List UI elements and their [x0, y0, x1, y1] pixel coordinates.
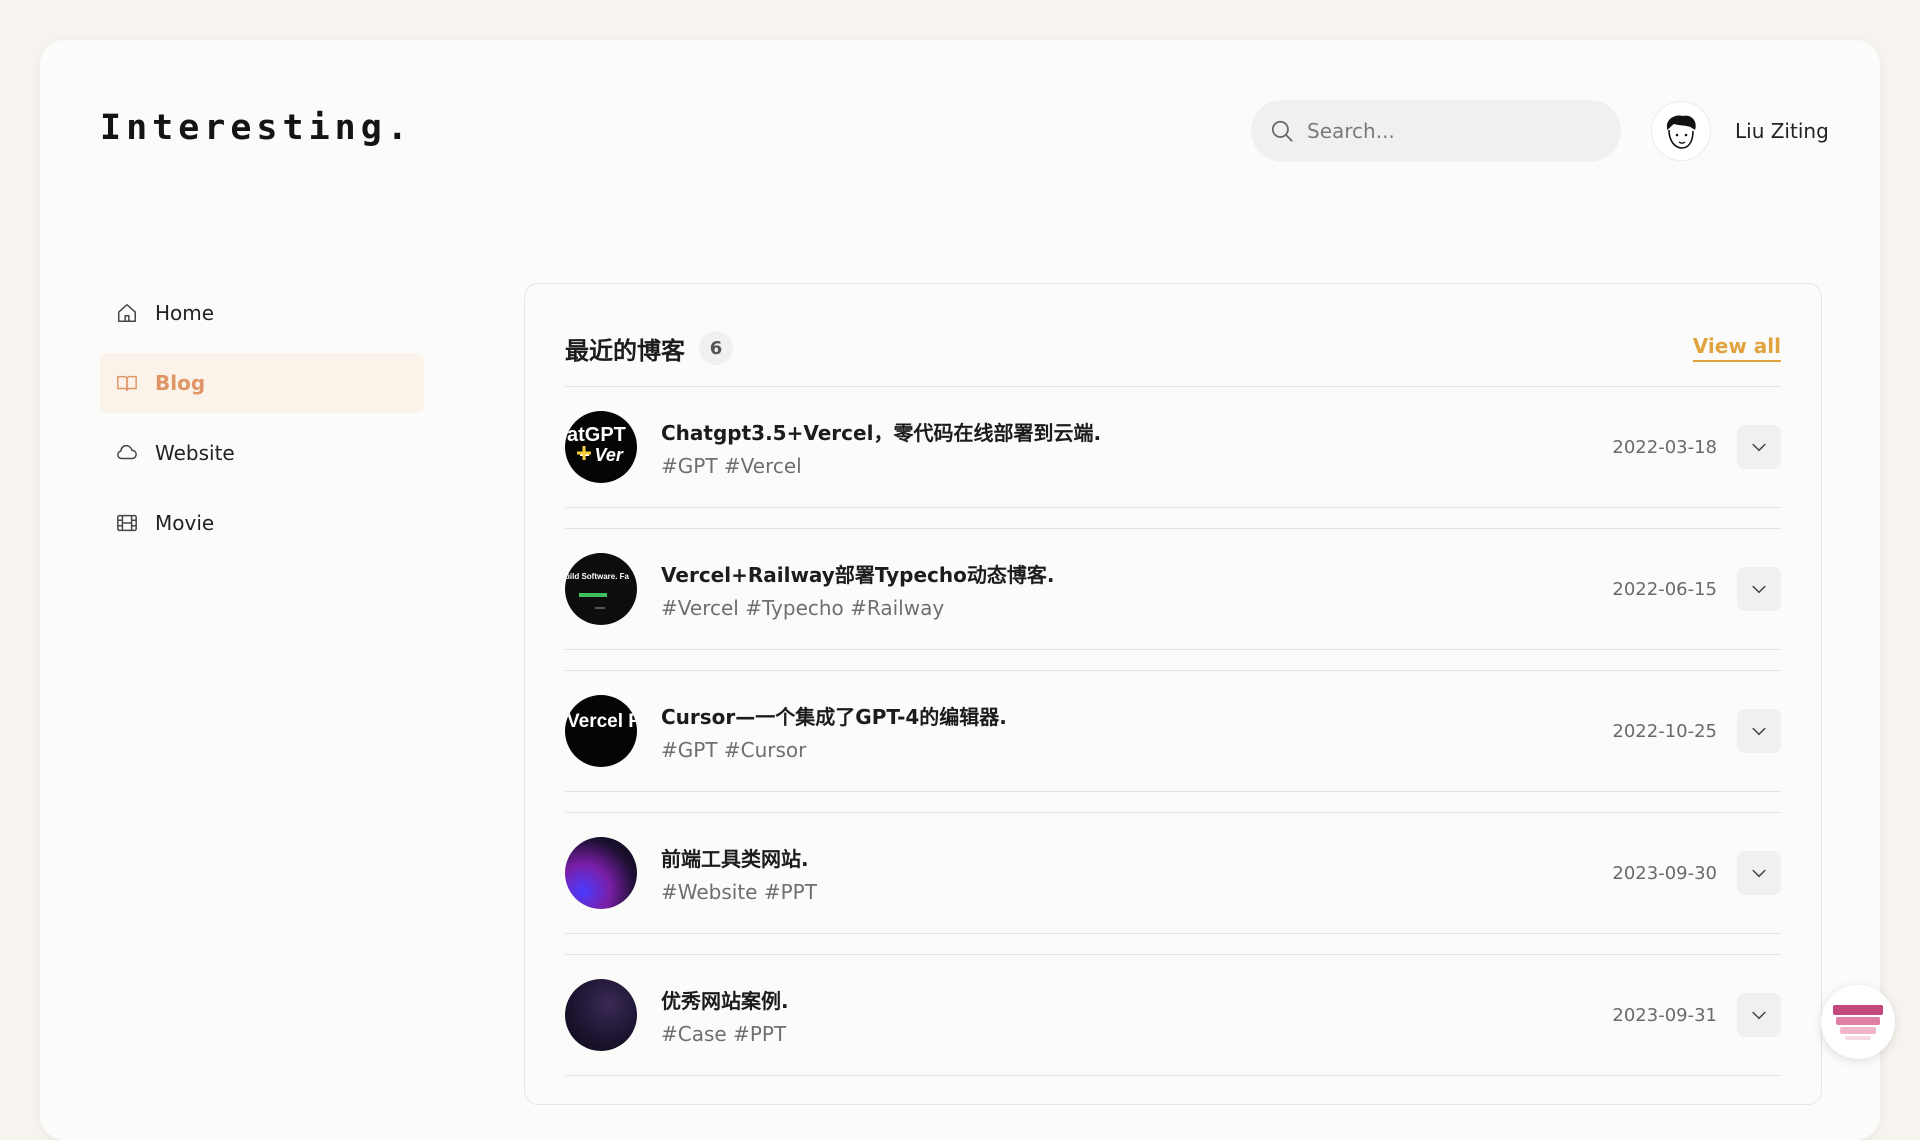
- post-title[interactable]: 前端工具类网站.: [661, 843, 817, 872]
- post-text: Vercel+Railway部署Typecho动态博客. #Vercel #Ty…: [661, 559, 1054, 620]
- user-menu[interactable]: Liu Ziting: [1651, 101, 1829, 161]
- avatar[interactable]: [1651, 101, 1711, 161]
- post-row[interactable]: 优秀网站案例. #Case #PPT 2023-09-31: [565, 954, 1781, 1076]
- sidebar-item-movie[interactable]: Movie: [100, 493, 424, 553]
- post-row[interactable]: atGPT + Ver Chatgpt3.5+Vercel，零代码在线部署到云端…: [565, 386, 1781, 508]
- post-thumbnail: Vercel Railwa: [565, 695, 637, 767]
- search-box[interactable]: [1251, 100, 1621, 162]
- film-icon: [115, 511, 139, 535]
- section-title: 最近的博客: [565, 336, 685, 365]
- expand-button[interactable]: [1737, 709, 1781, 753]
- chevron-down-icon: [1752, 443, 1766, 452]
- expand-button[interactable]: [1737, 851, 1781, 895]
- post-thumbnail: [565, 979, 637, 1051]
- post-thumbnail: atGPT + Ver: [565, 411, 637, 483]
- search-input[interactable]: [1305, 118, 1599, 144]
- post-title[interactable]: 优秀网站案例.: [661, 985, 789, 1014]
- thumb-text: Vercel Railwa: [567, 711, 637, 732]
- thumb-text: uild Software. Fa: [565, 572, 630, 581]
- sidebar-item-label: Home: [155, 301, 215, 325]
- post-date: 2022-10-25: [1612, 720, 1717, 742]
- site-logo[interactable]: Interesting.: [100, 108, 413, 148]
- post-tags: #Website #PPT: [661, 879, 817, 904]
- chevron-down-icon: [1752, 585, 1766, 594]
- post-thumbnail: [565, 837, 637, 909]
- svg-text:+ Ver: + Ver: [579, 445, 624, 465]
- post-date: 2022-03-18: [1612, 436, 1717, 458]
- post-title[interactable]: Vercel+Railway部署Typecho动态博客.: [661, 559, 1054, 588]
- expand-button[interactable]: [1737, 567, 1781, 611]
- post-row[interactable]: Vercel Railwa Cursor—一个集成了GPT-4的编辑器. #GP…: [565, 670, 1781, 792]
- post-list: atGPT + Ver Chatgpt3.5+Vercel，零代码在线部署到云端…: [565, 386, 1781, 1096]
- floating-widget-button[interactable]: [1821, 985, 1895, 1059]
- expand-button[interactable]: [1737, 425, 1781, 469]
- post-text: 前端工具类网站. #Website #PPT: [661, 843, 817, 904]
- stack-icon: [1833, 1005, 1883, 1040]
- user-name[interactable]: Liu Ziting: [1735, 119, 1829, 143]
- sidebar-item-home[interactable]: Home: [100, 283, 424, 343]
- post-row[interactable]: uild Software. Fa Vercel+Railway部署Typech…: [565, 528, 1781, 650]
- sidebar-item-label: Blog: [155, 371, 206, 395]
- book-icon: [115, 371, 139, 395]
- search-icon: [1271, 120, 1293, 142]
- chevron-down-icon: [1752, 1011, 1766, 1020]
- expand-button[interactable]: [1737, 993, 1781, 1037]
- user-avatar-icon: [1666, 115, 1696, 149]
- post-count-badge: 6: [699, 331, 733, 365]
- post-tags: #Vercel #Typecho #Railway: [661, 595, 945, 620]
- post-tags: #Case #PPT: [661, 1021, 787, 1046]
- post-title[interactable]: Cursor—一个集成了GPT-4的编辑器.: [661, 701, 1007, 730]
- cloud-icon: [115, 441, 139, 465]
- post-text: Cursor—一个集成了GPT-4的编辑器. #GPT #Cursor: [661, 701, 1007, 762]
- post-text: 优秀网站案例. #Case #PPT: [661, 985, 789, 1046]
- post-date: 2022-06-15: [1612, 578, 1717, 600]
- view-all-link[interactable]: View all: [1692, 334, 1781, 362]
- post-tags: #GPT #Vercel: [661, 453, 802, 478]
- post-tags: #GPT #Cursor: [661, 737, 807, 762]
- sidebar-item-label: Movie: [155, 511, 215, 535]
- sidebar-item-blog[interactable]: Blog: [100, 353, 424, 413]
- post-thumbnail: uild Software. Fa: [565, 553, 637, 625]
- recent-posts-panel: 最近的博客 6 View all atGPT + Ver Chatgpt3.5+…: [524, 283, 1822, 1105]
- chevron-down-icon: [1752, 869, 1766, 878]
- panel-header: 最近的博客 6 View all: [565, 328, 1781, 368]
- post-date: 2023-09-31: [1612, 1004, 1717, 1026]
- post-date: 2023-09-30: [1612, 862, 1717, 884]
- thumb-text: atGPT: [567, 424, 626, 446]
- sidebar-nav: Home Blog Website Movie: [100, 283, 424, 563]
- home-icon: [115, 301, 139, 325]
- post-text: Chatgpt3.5+Vercel，零代码在线部署到云端. #GPT #Verc…: [661, 417, 1101, 478]
- sidebar-item-website[interactable]: Website: [100, 423, 424, 483]
- post-row[interactable]: 前端工具类网站. #Website #PPT 2023-09-30: [565, 812, 1781, 934]
- post-title[interactable]: Chatgpt3.5+Vercel，零代码在线部署到云端.: [661, 417, 1101, 446]
- chevron-down-icon: [1752, 727, 1766, 736]
- sidebar-item-label: Website: [155, 441, 235, 465]
